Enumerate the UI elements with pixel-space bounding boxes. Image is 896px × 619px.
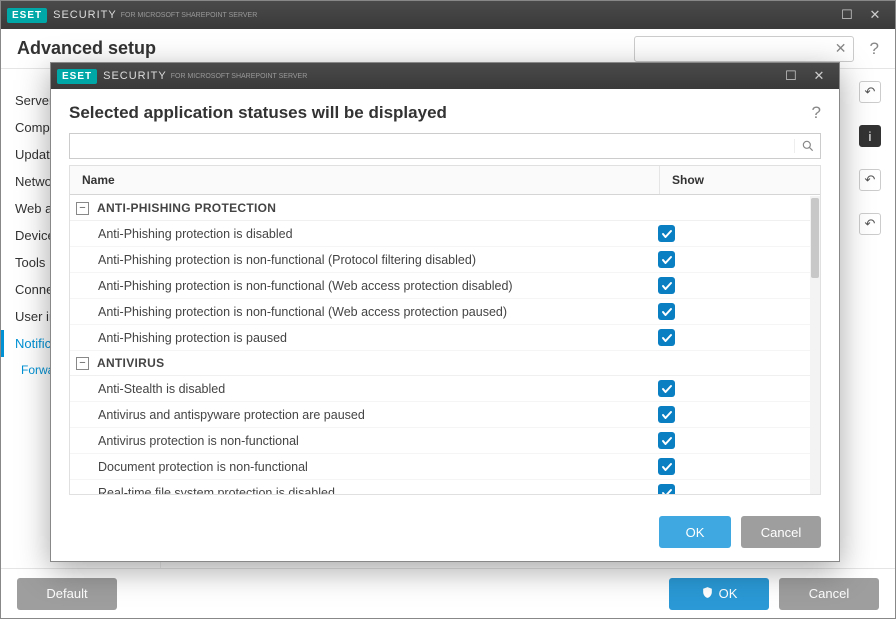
search-input[interactable]	[641, 42, 831, 56]
group-row[interactable]: −ANTI-PHISHING PROTECTION	[70, 196, 810, 221]
dialog-search-input[interactable]	[70, 139, 794, 153]
status-name: Document protection is non-functional	[76, 460, 654, 474]
table-header: Name Show	[70, 166, 820, 195]
undo-icon-2[interactable]: ↶	[859, 169, 881, 191]
collapse-icon[interactable]: −	[76, 357, 89, 370]
status-name: Antivirus protection is non-functional	[76, 434, 654, 448]
dialog-footer: OK Cancel	[51, 503, 839, 561]
status-row: Real-time file system protection is disa…	[70, 480, 810, 494]
status-row: Antivirus and antispyware protection are…	[70, 402, 810, 428]
status-name: Anti-Phishing protection is disabled	[76, 227, 654, 241]
group-label: ANTI-PHISHING PROTECTION	[97, 201, 276, 215]
status-row: Anti-Stealth is disabled	[70, 376, 810, 402]
dialog-cancel-button[interactable]: Cancel	[741, 516, 821, 548]
statuses-dialog: ESET SECURITY FOR MICROSOFT SHAREPOINT S…	[50, 62, 840, 562]
status-name: Anti-Phishing protection is paused	[76, 331, 654, 345]
status-row: Anti-Phishing protection is paused	[70, 325, 810, 351]
product-name: SECURITY	[53, 9, 117, 21]
page-title: Advanced setup	[17, 38, 634, 59]
status-row: Document protection is non-functional	[70, 454, 810, 480]
brand-badge: ESET	[7, 8, 47, 23]
shield-icon	[701, 586, 714, 602]
cancel-button[interactable]: Cancel	[779, 578, 879, 610]
product-subline: FOR MICROSOFT SHAREPOINT SERVER	[171, 73, 308, 80]
search-icon[interactable]	[794, 139, 820, 153]
scrollbar-track[interactable]	[810, 196, 820, 494]
dialog-title: Selected application statuses will be di…	[69, 103, 806, 123]
product-name: SECURITY	[103, 70, 167, 82]
status-name: Real-time file system protection is disa…	[76, 486, 654, 495]
product-subline: FOR MICROSOFT SHAREPOINT SERVER	[121, 12, 258, 19]
status-row: Anti-Phishing protection is non-function…	[70, 247, 810, 273]
status-name: Anti-Phishing protection is non-function…	[76, 253, 654, 267]
show-checkbox[interactable]	[658, 432, 675, 449]
status-row: Anti-Phishing protection is non-function…	[70, 299, 810, 325]
info-icon[interactable]: i	[859, 125, 881, 147]
brand-badge: ESET	[57, 69, 97, 84]
dialog-titlebar: ESET SECURITY FOR MICROSOFT SHAREPOINT S…	[51, 63, 839, 89]
group-row[interactable]: −ANTIVIRUS	[70, 351, 810, 376]
search-clear-icon[interactable]: ✕	[835, 40, 847, 57]
status-row: Antivirus protection is non-functional	[70, 428, 810, 454]
ok-button-label: OK	[719, 586, 738, 601]
group-label: ANTIVIRUS	[97, 356, 164, 370]
status-table: Name Show −ANTI-PHISHING PROTECTIONAnti-…	[69, 165, 821, 495]
show-checkbox[interactable]	[658, 380, 675, 397]
show-checkbox[interactable]	[658, 484, 675, 494]
table-body[interactable]: −ANTI-PHISHING PROTECTIONAnti-Phishing p…	[70, 196, 810, 494]
help-icon[interactable]: ?	[870, 39, 879, 59]
status-name: Antivirus and antispyware protection are…	[76, 408, 654, 422]
ok-button[interactable]: OK	[669, 578, 769, 610]
close-button[interactable]: ✕	[861, 5, 889, 25]
dialog-search[interactable]	[69, 133, 821, 159]
undo-icon[interactable]: ↶	[859, 81, 881, 103]
undo-icon-3[interactable]: ↶	[859, 213, 881, 235]
col-name[interactable]: Name	[70, 166, 660, 194]
show-checkbox[interactable]	[658, 251, 675, 268]
status-row: Anti-Phishing protection is disabled	[70, 221, 810, 247]
show-checkbox[interactable]	[658, 225, 675, 242]
scrollbar-thumb[interactable]	[811, 198, 819, 278]
show-checkbox[interactable]	[658, 303, 675, 320]
show-checkbox[interactable]	[658, 277, 675, 294]
status-row: Anti-Phishing protection is non-function…	[70, 273, 810, 299]
dialog-help-icon[interactable]: ?	[812, 103, 821, 123]
status-name: Anti-Phishing protection is non-function…	[76, 305, 654, 319]
main-footer: Default OK Cancel	[1, 568, 895, 618]
search-bar[interactable]: ✕	[634, 36, 854, 62]
dialog-ok-button[interactable]: OK	[659, 516, 731, 548]
dialog-close-button[interactable]: ✕	[805, 66, 833, 86]
show-checkbox[interactable]	[658, 329, 675, 346]
status-name: Anti-Stealth is disabled	[76, 382, 654, 396]
col-show[interactable]: Show	[660, 166, 820, 194]
status-name: Anti-Phishing protection is non-function…	[76, 279, 654, 293]
main-titlebar: ESET SECURITY FOR MICROSOFT SHAREPOINT S…	[1, 1, 895, 29]
show-checkbox[interactable]	[658, 406, 675, 423]
collapse-icon[interactable]: −	[76, 202, 89, 215]
default-button[interactable]: Default	[17, 578, 117, 610]
dialog-maximize-button[interactable]: ☐	[777, 66, 805, 86]
maximize-button[interactable]: ☐	[833, 5, 861, 25]
show-checkbox[interactable]	[658, 458, 675, 475]
